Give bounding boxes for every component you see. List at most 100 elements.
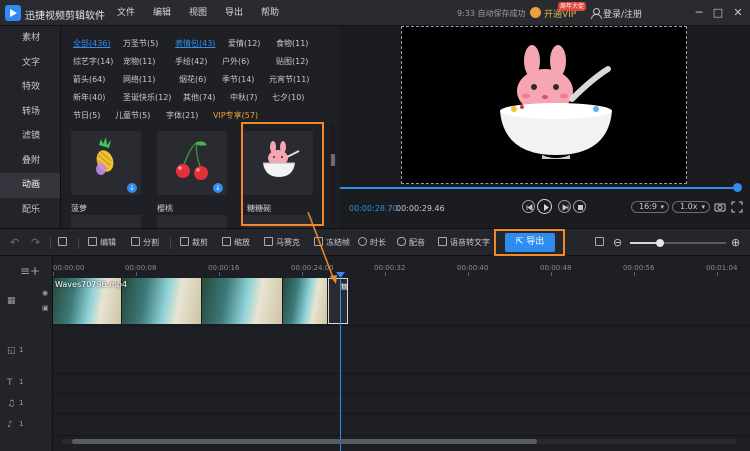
tick-label: 00:00:32 [374, 264, 406, 272]
panel-scrollbar-thumb[interactable] [331, 154, 335, 166]
menu-help[interactable]: 帮助 [252, 0, 288, 26]
menu-edit[interactable]: 编辑 [144, 0, 180, 26]
menu-view[interactable]: 视图 [180, 0, 216, 26]
edit-button[interactable]: 编辑 [88, 229, 116, 257]
panel-scrollbar-track[interactable] [331, 124, 335, 224]
preview-seek-bar[interactable] [340, 187, 737, 189]
track-number: 1 [19, 378, 24, 386]
menu-file[interactable]: 文件 [108, 0, 144, 26]
tag-all[interactable]: 全部(436) [73, 38, 111, 49]
sidebar-item-transitions[interactable]: 转场 [0, 100, 60, 125]
tag-christmas[interactable]: 圣诞快乐(12) [123, 92, 171, 103]
speech-to-text-button[interactable]: 语音转文字 [438, 229, 490, 257]
clock-icon [358, 237, 367, 246]
delete-button[interactable] [58, 229, 70, 257]
sidebar-item-effects[interactable]: 特效 [0, 75, 60, 100]
tag-mid-autumn[interactable]: 中秋(7) [230, 92, 257, 103]
play-button[interactable] [537, 199, 552, 214]
timeline-scrollbar-thumb[interactable] [72, 439, 537, 444]
track-number: 1 [19, 399, 24, 407]
app-logo-icon [5, 5, 21, 21]
dub-button[interactable]: 配音 [397, 229, 425, 257]
tag-fireworks[interactable]: 烟花(6) [179, 74, 206, 85]
tag-stickers[interactable]: 贴图(12) [276, 56, 308, 67]
login-register-link[interactable]: 登录/注册 [603, 7, 642, 20]
download-icon[interactable]: ↓ [213, 183, 223, 193]
track-headers: ≡+ ▦ ◉ ▣ ◱ 1 T 1 ♫ 1 ♪ 1 [0, 256, 53, 451]
video-clip[interactable]: Waves70796.mp4 [53, 278, 328, 324]
sidebar-item-filters[interactable]: 滤镜 [0, 124, 60, 149]
speed-select[interactable]: 1.0x ▾ [672, 201, 710, 213]
sticker-card-partial[interactable] [71, 215, 141, 229]
stop-button[interactable] [573, 200, 586, 213]
duration-label: 时长 [370, 238, 386, 247]
split-label: 分割 [143, 238, 159, 247]
tag-fonts[interactable]: 字体(21) [166, 110, 198, 121]
tag-lantern-festival[interactable]: 元宵节(11) [269, 74, 309, 85]
speech-to-text-label: 语音转文字 [450, 238, 490, 247]
tag-festivals[interactable]: 节日(5) [73, 110, 100, 121]
tag-love[interactable]: 爱情(12) [228, 38, 260, 49]
zoom-in-icon[interactable]: ⊕ [731, 229, 740, 257]
redo-icon[interactable]: ↷ [31, 229, 40, 257]
freeze-frame-button[interactable]: 冻结帧 [314, 229, 350, 257]
zoom-button[interactable]: 缩放 [222, 229, 250, 257]
tag-internet[interactable]: 网络(11) [123, 74, 155, 85]
sidebar-item-music[interactable]: 配乐 [0, 198, 60, 223]
mosaic-button[interactable]: 马赛克 [264, 229, 300, 257]
tag-emoji[interactable]: 表情包(43) [175, 38, 215, 49]
lock-icon[interactable]: ▣ [42, 304, 49, 312]
sticker-card-cherry[interactable]: ↓ [157, 131, 227, 195]
timeline-zoom-knob[interactable] [656, 239, 664, 247]
tag-vip-exclusive[interactable]: VIP专享(57) [213, 110, 258, 121]
tag-halloween[interactable]: 万圣节(5) [123, 38, 158, 49]
sidebar-item-overlay[interactable]: 叠附 [0, 149, 60, 174]
sticker-card-pineapple[interactable]: ↓ [71, 131, 141, 195]
tag-new-year[interactable]: 新年(40) [73, 92, 105, 103]
tag-outdoor[interactable]: 户外(6) [222, 56, 249, 67]
preview-canvas[interactable] [401, 26, 687, 184]
snapshot-icon[interactable] [714, 201, 726, 213]
toolbar-divider [78, 238, 79, 249]
minimize-button[interactable]: ─ [692, 6, 706, 20]
menu-export[interactable]: 导出 [216, 0, 252, 26]
next-frame-button[interactable] [558, 200, 571, 213]
eye-icon[interactable]: ◉ [42, 289, 48, 297]
sidebar-item-text[interactable]: 文字 [0, 51, 60, 76]
tag-variety-text[interactable]: 综艺字(14) [73, 56, 113, 67]
tag-hand-drawn[interactable]: 手绘(42) [175, 56, 207, 67]
time-separator: / [389, 204, 392, 213]
fit-timeline-button[interactable] [595, 229, 607, 257]
time-ruler[interactable]: 00:00:00 00:00:08 00:00:16 00:00:24.00 0… [53, 256, 750, 276]
sidebar-item-material[interactable]: 素材 [0, 26, 60, 51]
vip-button[interactable]: 开通VIP 周年大促 [530, 2, 590, 22]
split-button[interactable]: 分割 [131, 229, 159, 257]
crop-label: 裁剪 [192, 238, 208, 247]
tag-qixi[interactable]: 七夕(10) [272, 92, 304, 103]
sidebar-item-animation[interactable]: 动画 [0, 173, 60, 198]
text-track-row [53, 374, 750, 394]
aspect-ratio-select[interactable]: 16:9 ▾ [631, 201, 669, 213]
zoom-out-icon[interactable]: ⊖ [613, 229, 622, 257]
close-button[interactable]: ✕ [731, 6, 745, 20]
download-icon[interactable]: ↓ [127, 183, 137, 193]
microphone-icon [397, 237, 406, 246]
tag-pets[interactable]: 宠物(11) [123, 56, 155, 67]
crop-button[interactable]: 裁剪 [180, 229, 208, 257]
tag-arrows[interactable]: 箭头(64) [73, 74, 105, 85]
sticker-card-partial[interactable] [157, 215, 227, 229]
fullscreen-icon[interactable] [731, 201, 743, 213]
undo-icon[interactable]: ↶ [10, 229, 19, 257]
playhead[interactable] [340, 272, 341, 451]
tag-seasons[interactable]: 季节(14) [222, 74, 254, 85]
tag-other[interactable]: 其他(74) [183, 92, 215, 103]
track-number: 1 [19, 420, 24, 428]
tag-food[interactable]: 食物(11) [276, 38, 308, 49]
maximize-button[interactable]: □ [711, 6, 725, 20]
timeline: ≡+ ▦ ◉ ▣ ◱ 1 T 1 ♫ 1 ♪ 1 00:00:00 00:00:… [0, 256, 750, 451]
tag-childrens-day[interactable]: 儿童节(5) [115, 110, 150, 121]
previous-frame-button[interactable] [522, 200, 535, 213]
duration-button[interactable]: 时长 [358, 229, 386, 257]
preview-seek-knob[interactable] [733, 183, 742, 192]
add-track-icon[interactable]: ≡+ [20, 264, 40, 278]
